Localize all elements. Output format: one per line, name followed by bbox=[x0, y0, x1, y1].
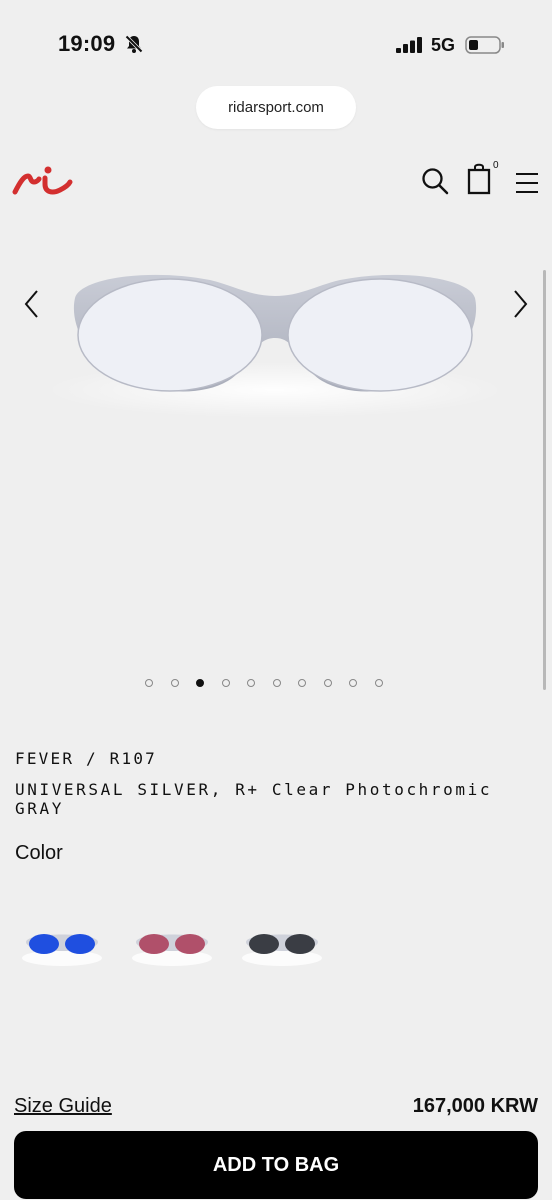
swatch-gray[interactable] bbox=[242, 920, 322, 970]
ridar-logo[interactable] bbox=[12, 160, 74, 200]
url-bar[interactable]: ridarsport.com bbox=[196, 86, 356, 129]
search-icon[interactable] bbox=[420, 166, 450, 196]
bell-off-icon bbox=[124, 34, 144, 54]
product-variant: UNIVERSAL SILVER, R+ Clear Photochromic … bbox=[15, 780, 493, 818]
add-to-bag-button[interactable]: ADD TO BAG bbox=[14, 1131, 538, 1199]
status-bar: 19:09 5G bbox=[0, 0, 552, 90]
pagination-dot[interactable] bbox=[145, 679, 153, 687]
swatch-blue[interactable] bbox=[22, 920, 102, 970]
color-label: Color bbox=[15, 842, 63, 864]
bag-count: 0 bbox=[493, 160, 499, 171]
menu-icon[interactable] bbox=[513, 170, 541, 196]
pagination-dot[interactable] bbox=[349, 679, 357, 687]
bag-icon[interactable] bbox=[466, 163, 506, 197]
pagination-dot[interactable] bbox=[196, 679, 204, 687]
lens-right bbox=[175, 934, 205, 954]
network-type: 5G bbox=[431, 35, 456, 55]
lens-left bbox=[249, 934, 279, 954]
lens-right bbox=[285, 934, 315, 954]
lens-left bbox=[29, 934, 59, 954]
url-text: ridarsport.com bbox=[228, 99, 324, 116]
product-image bbox=[45, 274, 505, 418]
product-name: FEVER / R107 bbox=[15, 749, 157, 768]
pagination-dot[interactable] bbox=[374, 679, 383, 687]
pagination-dot[interactable] bbox=[272, 679, 281, 687]
swatch-rose[interactable] bbox=[132, 920, 212, 970]
add-to-bag-label: ADD TO BAG bbox=[212, 1153, 340, 1176]
pagination-dot[interactable] bbox=[247, 679, 255, 687]
pagination-dot[interactable] bbox=[170, 679, 179, 687]
chevron-left-icon[interactable] bbox=[18, 286, 46, 322]
battery-icon bbox=[465, 36, 504, 54]
product-price: 167,000 KRW bbox=[412, 1095, 538, 1117]
pagination-dot[interactable] bbox=[298, 679, 306, 687]
scrollbar[interactable] bbox=[543, 270, 546, 690]
signal-icon bbox=[396, 37, 422, 53]
pagination-dot[interactable] bbox=[221, 679, 230, 687]
pagination-dot[interactable] bbox=[323, 679, 332, 687]
lens-right bbox=[65, 934, 95, 954]
lens-left bbox=[139, 934, 169, 954]
status-time: 19:09 bbox=[58, 31, 116, 56]
gallery-pagination bbox=[145, 679, 383, 691]
size-guide-link[interactable]: Size Guide bbox=[14, 1095, 112, 1118]
chevron-right-icon[interactable] bbox=[506, 286, 534, 322]
